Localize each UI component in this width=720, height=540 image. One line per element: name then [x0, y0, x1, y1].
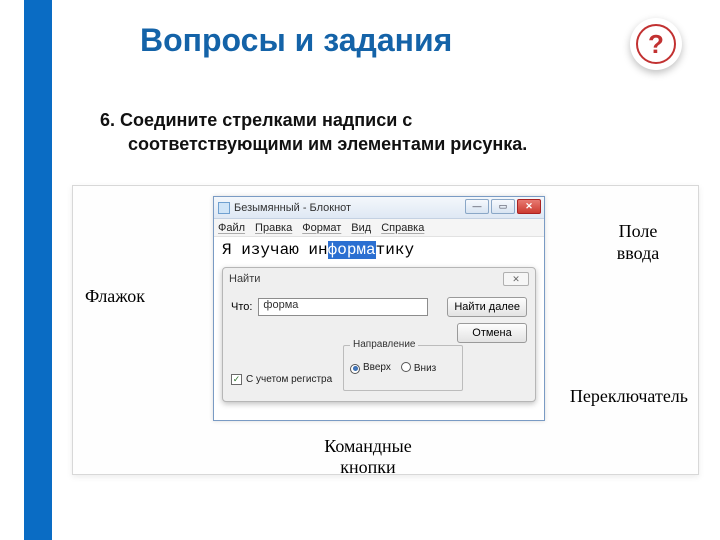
match-case-row[interactable]: С учетом регистра	[231, 374, 332, 385]
radio-down[interactable]: Вниз	[401, 362, 436, 374]
app-icon	[218, 202, 230, 214]
checkbox-icon	[231, 374, 242, 385]
notepad-window: Безымянный - Блокнот — ▭ ✕ Файл Правка Ф…	[213, 196, 545, 421]
slide-title: Вопросы и задания	[140, 22, 452, 59]
close-button[interactable]: ✕	[517, 199, 541, 214]
question-mark-icon: ?	[636, 24, 676, 64]
window-titlebar: Безымянный - Блокнот — ▭ ✕	[214, 197, 544, 219]
direction-group-label: Направление	[350, 339, 418, 350]
cancel-button[interactable]: Отмена	[457, 323, 527, 343]
menu-edit[interactable]: Правка	[255, 222, 292, 234]
dialog-title: Найти	[229, 273, 260, 285]
question-badge: ?	[630, 18, 682, 70]
menu-view[interactable]: Вид	[351, 222, 371, 234]
find-input[interactable]: форма	[258, 298, 428, 316]
task-line2: соответствующими им элементами рисунка.	[128, 132, 660, 156]
dialog-titlebar: Найти ✕	[223, 268, 535, 290]
minimize-button[interactable]: —	[465, 199, 489, 214]
label-checkbox: Флажок	[85, 286, 145, 307]
label-input-field: Поле ввода	[598, 221, 678, 264]
find-next-button[interactable]: Найти далее	[447, 297, 527, 317]
radio-down-icon	[401, 362, 411, 372]
text-area[interactable]: Я изучаю информатику	[214, 237, 544, 259]
find-what-row: Что: форма	[231, 298, 428, 316]
maximize-button[interactable]: ▭	[491, 199, 515, 214]
radio-up-icon	[350, 364, 360, 374]
diagram-panel: Флажок Поле ввода Переключатель Командны…	[72, 185, 699, 475]
menu-help[interactable]: Справка	[381, 222, 424, 234]
menu-format[interactable]: Формат	[302, 222, 341, 234]
menu-bar: Файл Правка Формат Вид Справка	[214, 219, 544, 237]
task-line1: Соедините стрелками надписи с	[120, 110, 412, 130]
match-case-label: С учетом регистра	[246, 374, 332, 385]
selected-text: форма	[328, 241, 376, 259]
dialog-body: Что: форма Найти далее Отмена Направлени…	[223, 290, 535, 401]
radio-up[interactable]: Вверх	[350, 362, 391, 374]
window-title: Безымянный - Блокнот	[234, 202, 351, 214]
find-dialog: Найти ✕ Что: форма Найти далее Отмена На…	[222, 267, 536, 402]
window-control-buttons: — ▭ ✕	[465, 199, 541, 214]
label-command-buttons: Командные кнопки	[283, 436, 453, 477]
find-what-label: Что:	[231, 301, 252, 313]
task-text: 6. Соедините стрелками надписи с соответ…	[100, 108, 660, 157]
label-radio: Переключатель	[570, 386, 688, 407]
dialog-close-button[interactable]: ✕	[503, 272, 529, 286]
side-accent-bar	[24, 0, 52, 540]
task-number: 6.	[100, 110, 115, 130]
direction-group: Направление Вверх Вниз	[343, 345, 463, 391]
menu-file[interactable]: Файл	[218, 222, 245, 234]
